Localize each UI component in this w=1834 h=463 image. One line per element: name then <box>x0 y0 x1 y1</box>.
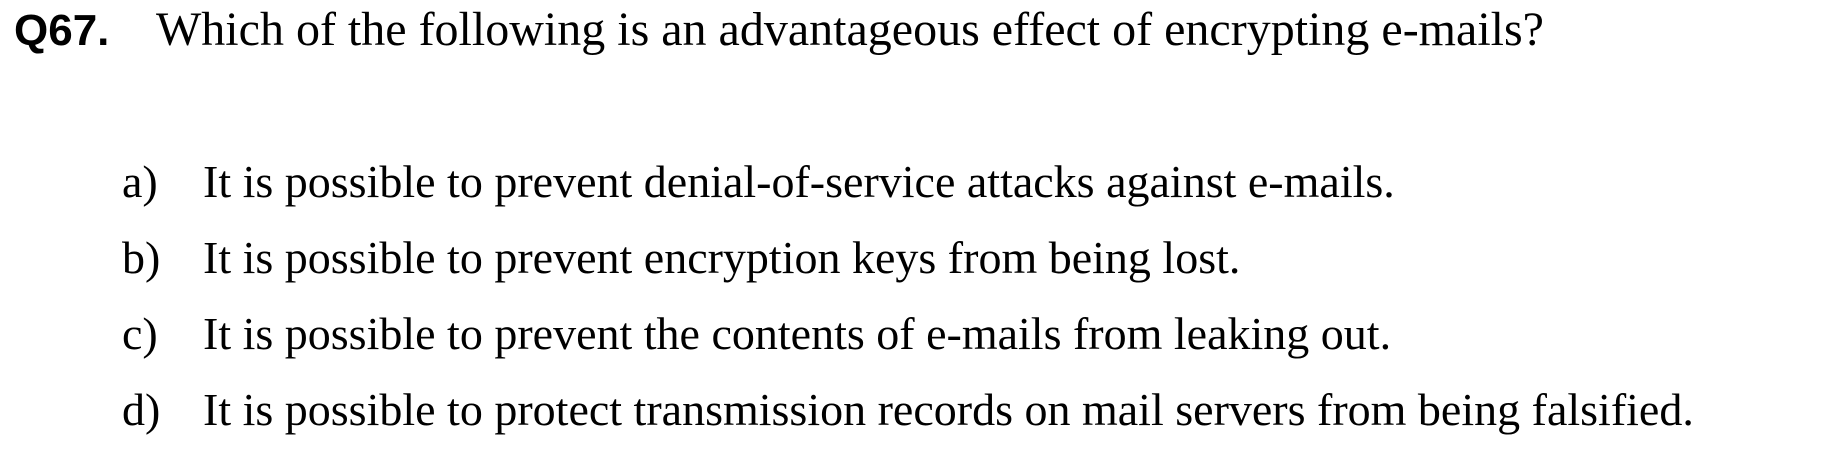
option-letter: a) <box>122 156 158 207</box>
option-d: d) It is possible to protect transmission… <box>122 387 1694 463</box>
option-text: It is possible to prevent encryption key… <box>203 232 1241 283</box>
option-text: It is possible to prevent the contents o… <box>203 308 1392 359</box>
option-letter: b) <box>122 232 161 283</box>
question-header: Q67. Which of the following is an advanta… <box>14 6 1544 54</box>
option-text: It is possible to prevent denial-of-serv… <box>203 156 1395 207</box>
option-text: It is possible to protect transmission r… <box>203 384 1694 435</box>
option-c: c) It is possible to prevent the contents… <box>122 311 1694 387</box>
option-letter: c) <box>122 308 158 359</box>
option-a: a) It is possible to prevent denial-of-se… <box>122 159 1694 235</box>
question-number: Q67. <box>14 6 110 55</box>
answer-options: a) It is possible to prevent denial-of-se… <box>122 159 1694 463</box>
option-b: b) It is possible to prevent encryption k… <box>122 235 1694 311</box>
option-letter: d) <box>122 384 161 435</box>
question-text: Which of the following is an advantageou… <box>156 3 1544 56</box>
